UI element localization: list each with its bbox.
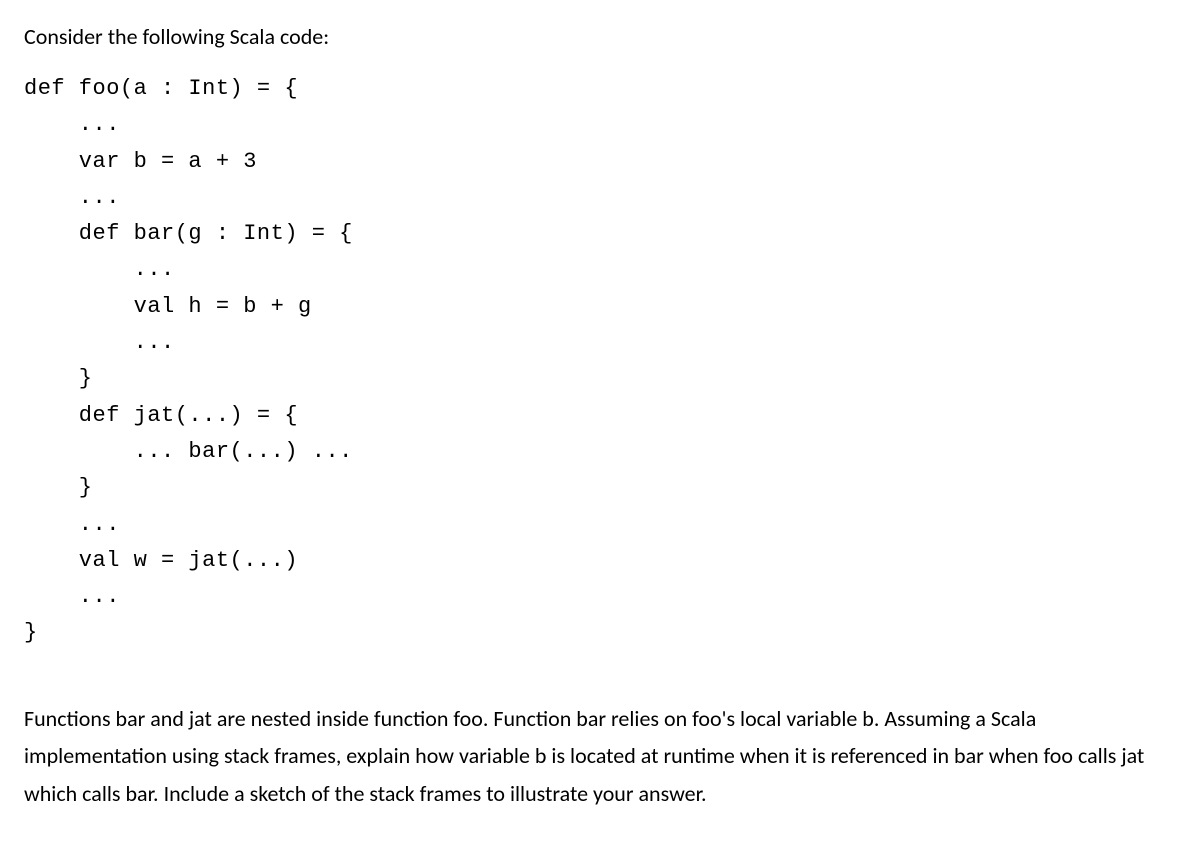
intro-text: Consider the following Scala code: (24, 20, 1176, 53)
code-block: def foo(a : Int) = { ... var b = a + 3 .… (24, 71, 1176, 652)
question-text: Functions bar and jat are nested inside … (24, 700, 1176, 812)
